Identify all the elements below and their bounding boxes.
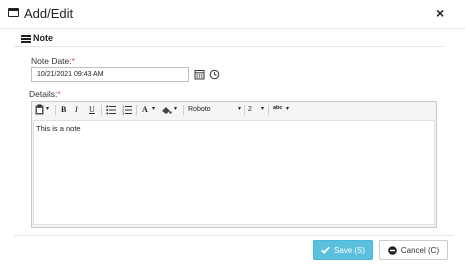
dialog-title: Add/Edit xyxy=(24,6,74,21)
font-name-dropdown-icon[interactable]: ▾ xyxy=(238,104,241,115)
numbered-list-icon[interactable]: 1 2 3 xyxy=(122,105,132,115)
calendar-icon[interactable] xyxy=(194,69,205,80)
details-label: Details:* xyxy=(29,89,61,99)
highlight-dropdown-icon[interactable]: ▾ xyxy=(174,104,177,115)
cancel-button-label: Cancel (C) xyxy=(400,245,440,255)
toolbar-separator xyxy=(183,105,184,115)
list-icon xyxy=(21,35,31,43)
editor-content-area[interactable] xyxy=(33,120,435,225)
note-date-label: Note Date:* xyxy=(31,56,75,66)
details-label-text: Details: xyxy=(29,89,58,99)
cancel-button[interactable]: Cancel (C) xyxy=(379,240,448,260)
font-size-select[interactable]: 2 xyxy=(248,104,252,115)
required-mark: * xyxy=(71,56,75,66)
italic-button[interactable]: I xyxy=(75,104,78,115)
required-mark: * xyxy=(57,89,61,99)
font-color-dropdown-icon[interactable]: ▾ xyxy=(152,104,155,115)
save-button-label: Save (S) xyxy=(333,245,366,255)
font-name-select[interactable]: Roboto xyxy=(188,104,211,115)
highlight-icon[interactable] xyxy=(161,105,172,115)
close-button[interactable]: × xyxy=(436,5,444,21)
underline-button[interactable]: U xyxy=(89,104,95,115)
footer-divider xyxy=(14,235,454,236)
toolbar-separator xyxy=(101,105,102,115)
note-date-label-text: Note Date: xyxy=(31,56,72,66)
toolbar-separator xyxy=(244,105,245,115)
spellcheck-dropdown-icon[interactable]: ▾ xyxy=(286,104,289,115)
font-color-button[interactable]: A xyxy=(142,104,148,115)
toolbar-separator xyxy=(55,105,56,115)
note-date-input[interactable]: 10/21/2021 09:43 AM xyxy=(31,67,189,82)
svg-text:3: 3 xyxy=(122,112,124,115)
window-icon xyxy=(8,8,19,17)
minus-circle-icon xyxy=(388,245,397,255)
section-title: Note xyxy=(33,33,53,43)
section-divider xyxy=(14,46,444,47)
bullet-list-icon[interactable] xyxy=(106,105,116,115)
save-button[interactable]: Save (S) xyxy=(313,240,373,260)
paste-icon[interactable] xyxy=(35,104,44,115)
toolbar-separator xyxy=(268,105,269,115)
spellcheck-button[interactable]: abc xyxy=(273,103,282,114)
bold-button[interactable]: B xyxy=(61,104,66,115)
toolbar-separator xyxy=(136,105,137,115)
clock-icon[interactable] xyxy=(209,69,220,80)
font-size-dropdown-icon[interactable]: ▾ xyxy=(261,104,264,115)
paste-dropdown-icon[interactable]: ▾ xyxy=(46,104,49,115)
check-icon xyxy=(321,246,330,254)
editor-content-text: This is a note xyxy=(36,124,81,133)
